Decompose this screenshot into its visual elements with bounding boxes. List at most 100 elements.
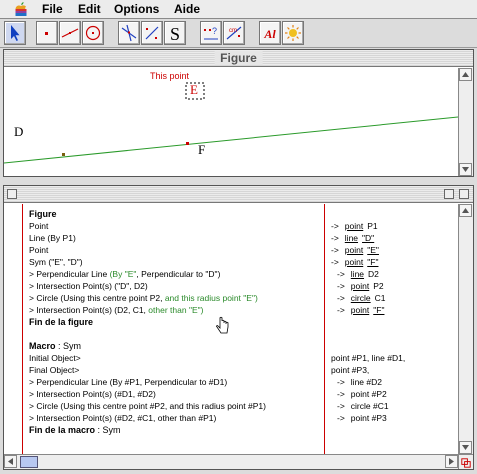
history-line[interactable]: Line (By P1) bbox=[29, 233, 76, 244]
history-result[interactable]: point #P3, bbox=[331, 365, 369, 376]
history-line[interactable]: > Circle (Using this centre point #P2, a… bbox=[29, 401, 266, 412]
history-line[interactable]: Point bbox=[29, 245, 48, 256]
history-line-text: Fin de la macro bbox=[29, 425, 96, 435]
construct-points-button[interactable] bbox=[141, 21, 163, 45]
measure-tool-button[interactable]: cm bbox=[223, 21, 245, 45]
point-p1[interactable] bbox=[62, 153, 65, 156]
result-type-link[interactable]: point bbox=[345, 245, 363, 255]
history-line[interactable]: > Intersection Point(s) (#D1, #D2) bbox=[29, 389, 156, 400]
apple-menu-icon[interactable] bbox=[14, 1, 28, 17]
menu-aide[interactable]: Aide bbox=[174, 2, 200, 16]
collapse-box[interactable] bbox=[459, 189, 469, 199]
history-line-rest: : Sym bbox=[95, 425, 121, 435]
history-vertical-scrollbar[interactable] bbox=[458, 204, 473, 454]
menu-edit[interactable]: Edit bbox=[78, 2, 101, 16]
line-d[interactable] bbox=[4, 116, 458, 164]
history-titlebar[interactable] bbox=[4, 186, 473, 203]
history-line[interactable]: > Perpendicular Line (By #P1, Perpendicu… bbox=[29, 377, 227, 388]
line-d-label[interactable]: D bbox=[14, 124, 23, 140]
history-line[interactable]: Macro : Sym bbox=[29, 341, 81, 352]
history-result[interactable]: -> point P2 bbox=[337, 281, 384, 292]
point-f-marker[interactable] bbox=[186, 142, 189, 145]
history-line[interactable]: Initial Object> bbox=[29, 353, 81, 364]
history-line[interactable]: > Intersection Point(s) (#D2, #C1, other… bbox=[29, 413, 216, 424]
history-line-text: Final Object> bbox=[29, 365, 80, 375]
result-arrow: -> bbox=[337, 305, 345, 315]
history-line-text: Figure bbox=[29, 209, 57, 219]
history-line[interactable]: Fin de la figure bbox=[29, 317, 93, 328]
result-type-link[interactable]: circle bbox=[351, 293, 371, 303]
scroll-up-arrow[interactable] bbox=[459, 68, 472, 81]
symmetry-tool-button[interactable]: S bbox=[164, 21, 186, 45]
result-arrow: -> bbox=[331, 221, 339, 231]
history-result[interactable]: -> point #P2 bbox=[337, 389, 387, 400]
result-type-link[interactable]: point bbox=[351, 305, 369, 315]
construct-lines-icon bbox=[121, 24, 137, 42]
history-line[interactable]: > Intersection Point(s) ("D", D2) bbox=[29, 281, 148, 292]
result-object-name: P1 bbox=[367, 221, 378, 231]
close-box[interactable] bbox=[7, 189, 17, 199]
history-result[interactable]: -> point "E" bbox=[331, 245, 379, 256]
scroll-down-arrow[interactable] bbox=[459, 163, 472, 176]
macro-tool-button[interactable]: ? bbox=[200, 21, 222, 45]
history-line[interactable]: Point bbox=[29, 221, 48, 232]
point-e-label[interactable]: E bbox=[190, 82, 198, 98]
result-type-link[interactable]: line bbox=[345, 233, 358, 243]
history-line-text: Sym ("E", "D") bbox=[29, 257, 83, 267]
scroll-thumb[interactable] bbox=[20, 456, 38, 468]
menu-file[interactable]: File bbox=[42, 2, 63, 16]
figure-titlebar[interactable]: Figure bbox=[4, 50, 473, 67]
history-line[interactable]: > Perpendicular Line (By "E", Perpendicu… bbox=[29, 269, 220, 280]
result-text: circle #C1 bbox=[350, 401, 389, 411]
hand-cursor-icon bbox=[216, 316, 229, 334]
text-tool-button[interactable]: Al bbox=[259, 21, 281, 45]
point-f-label[interactable]: F bbox=[198, 142, 205, 158]
resize-grip[interactable] bbox=[458, 454, 473, 469]
construct-lines-button[interactable] bbox=[118, 21, 140, 45]
text-tool-icon: Al bbox=[263, 27, 276, 41]
history-line[interactable]: Sym ("E", "D") bbox=[29, 257, 83, 268]
history-line-text: > Intersection Point(s) ("D", D2) bbox=[29, 281, 148, 291]
history-line[interactable]: Figure bbox=[29, 209, 57, 220]
history-result[interactable]: point #P1, line #D1, bbox=[331, 353, 405, 364]
history-result[interactable]: -> circle #C1 bbox=[337, 401, 389, 412]
history-line-text: > Intersection Point(s) (#D1, #D2) bbox=[29, 389, 156, 399]
history-result[interactable]: -> point P1 bbox=[331, 221, 378, 232]
pointer-tool-button[interactable] bbox=[4, 21, 26, 45]
zoom-box[interactable] bbox=[444, 189, 454, 199]
history-scroll-down-arrow[interactable] bbox=[459, 441, 472, 454]
history-result[interactable]: -> point "F" bbox=[331, 257, 378, 268]
history-line[interactable]: > Circle (Using this centre point P2, an… bbox=[29, 293, 258, 304]
figure-vertical-scrollbar[interactable] bbox=[458, 68, 473, 176]
history-result[interactable]: -> line "D" bbox=[331, 233, 374, 244]
result-type-link[interactable]: point bbox=[351, 281, 369, 291]
this-point-tooltip: This point bbox=[150, 71, 190, 81]
history-line-text: Initial Object> bbox=[29, 353, 81, 363]
history-result[interactable]: -> circle C1 bbox=[337, 293, 386, 304]
history-result[interactable]: -> point #P3 bbox=[337, 413, 387, 424]
history-result[interactable]: -> point "F" bbox=[337, 305, 384, 316]
history-scroll-up-arrow[interactable] bbox=[459, 204, 472, 217]
circle-tool-button[interactable] bbox=[82, 21, 104, 45]
result-type-link[interactable]: point bbox=[345, 257, 363, 267]
history-line[interactable]: > Intersection Point(s) (D2, C1, other t… bbox=[29, 305, 203, 316]
line-tool-button[interactable] bbox=[59, 21, 81, 45]
figure-canvas[interactable]: This point E F D bbox=[4, 68, 458, 176]
result-type-link[interactable]: line bbox=[351, 269, 364, 279]
history-result[interactable]: -> line #D2 bbox=[337, 377, 382, 388]
scroll-left-arrow[interactable] bbox=[4, 455, 17, 468]
result-type-link[interactable]: point bbox=[345, 221, 363, 231]
point-tool-button[interactable] bbox=[36, 21, 58, 45]
history-line-text: > Circle (Using this centre point #P2, a… bbox=[29, 401, 266, 411]
result-text: point #P3 bbox=[350, 413, 387, 423]
figure-window: Figure This point E F D bbox=[3, 49, 474, 177]
history-result[interactable]: -> line D2 bbox=[337, 269, 379, 280]
scroll-right-arrow[interactable] bbox=[445, 455, 458, 468]
animate-tool-button[interactable] bbox=[282, 21, 304, 45]
up-arrow-icon bbox=[462, 208, 469, 213]
history-horizontal-scrollbar[interactable] bbox=[4, 454, 458, 469]
history-line-text: > Circle (Using this centre point P2, bbox=[29, 293, 165, 303]
menu-options[interactable]: Options bbox=[114, 2, 159, 16]
history-line[interactable]: Fin de la macro : Sym bbox=[29, 425, 121, 436]
history-line[interactable]: Final Object> bbox=[29, 365, 79, 376]
